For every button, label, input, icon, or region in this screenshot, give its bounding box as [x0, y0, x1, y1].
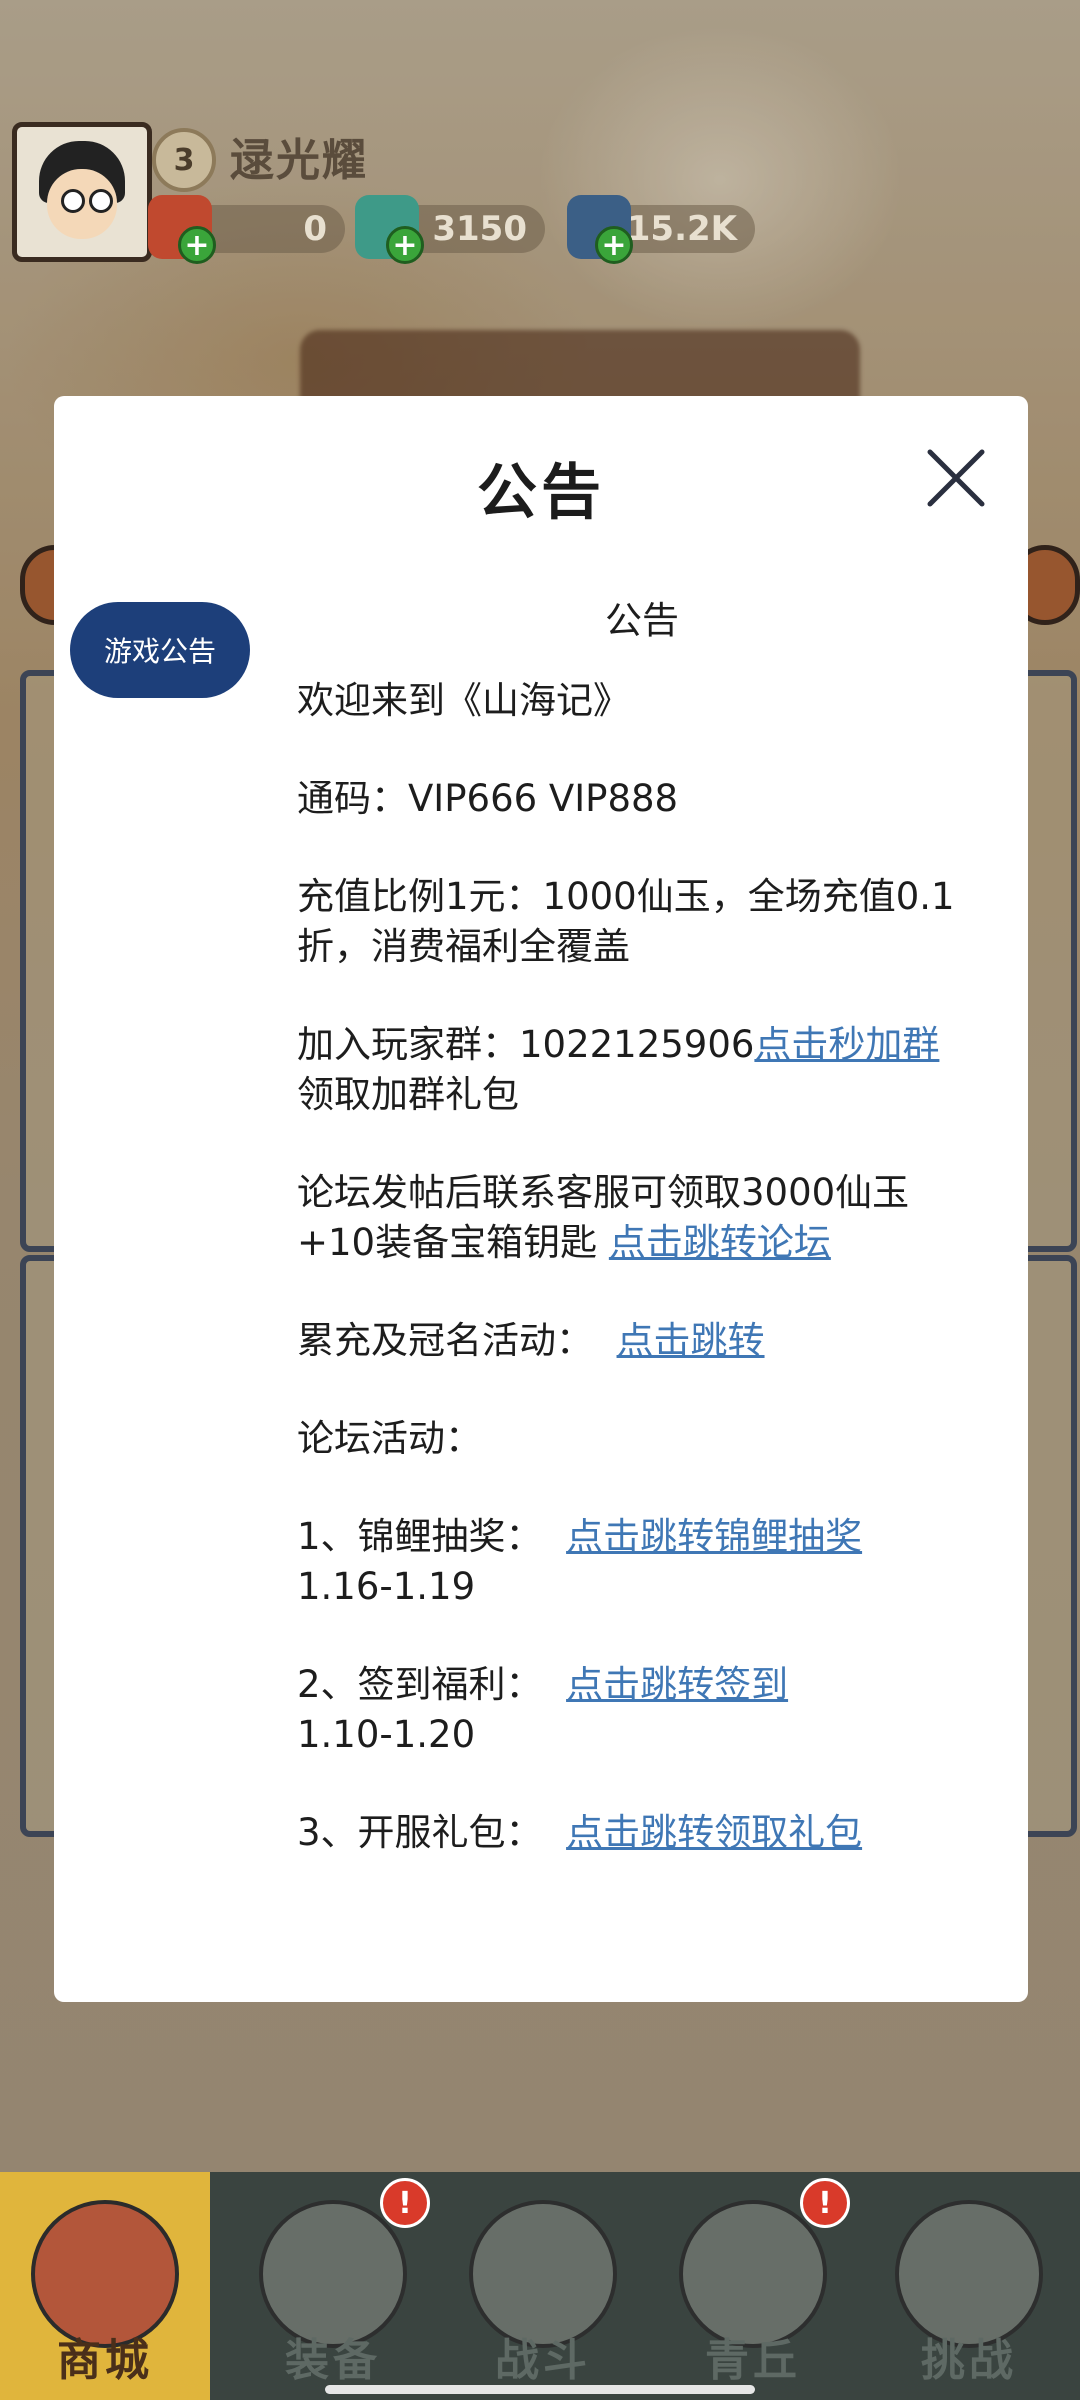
forum-post-paragraph: 论坛发帖后联系客服可领取3000仙玉+10装备宝箱钥匙 点击跳转论坛 [297, 1168, 987, 1268]
nav-item-qingqiu[interactable]: ! 青丘 [648, 2172, 858, 2400]
tab-game-announcement[interactable]: 游戏公告 [70, 602, 250, 698]
redeem-codes-text: 通码：VIP666 VIP888 [297, 777, 679, 820]
nav-item-shop[interactable]: 商城 [0, 2172, 210, 2400]
join-group-link[interactable]: 点击秒加群 [754, 1023, 939, 1066]
activity-2: 2、签到福利： 点击跳转签到 1.10-1.20 [297, 1660, 987, 1760]
group-gift-text: 领取加群礼包 [297, 1073, 519, 1116]
server-gift-link[interactable]: 点击跳转领取礼包 [566, 1811, 862, 1854]
koi-lottery-link[interactable]: 点击跳转锦鲤抽奖 [566, 1515, 862, 1558]
activity-3: 3、开服礼包： 点击跳转领取礼包 [297, 1808, 987, 1858]
announcement-content: 公告 欢迎来到《山海记》 通码：VIP666 VIP888 充值比例1元：100… [297, 596, 987, 1906]
nav-label-qingqiu: 青丘 [705, 2335, 801, 2386]
content-heading: 公告 [605, 599, 679, 642]
nav-label-challenge: 挑战 [921, 2335, 1017, 2386]
player-group-paragraph: 加入玩家群：1022125906点击秒加群 领取加群礼包 [297, 1020, 987, 1120]
equipment-alert-badge: ! [380, 2178, 430, 2228]
activity-1-label: 1、锦鲤抽奖： [297, 1515, 543, 1558]
qingqiu-alert-badge: ! [800, 2178, 850, 2228]
recharge-ratio-text: 充值比例1元：1000仙玉，全场充值0.1折，消费福利全覆盖 [297, 875, 955, 968]
add-red-packet-icon[interactable]: + [178, 226, 216, 264]
player-level-badge: 3 [152, 128, 216, 192]
activity-2-label: 2、签到福利： [297, 1663, 543, 1706]
nav-label-battle: 战斗 [495, 2335, 591, 2386]
close-icon[interactable] [924, 446, 988, 510]
bottom-nav: 商城 ! 装备 战斗 ! 青丘 挑战 [0, 2172, 1080, 2400]
activity-1-date: 1.16-1.19 [297, 1565, 476, 1608]
cumulative-link[interactable]: 点击跳转 [617, 1319, 765, 1362]
nav-item-challenge[interactable]: 挑战 [858, 2172, 1080, 2400]
group-number-text: 加入玩家群：1022125906 [297, 1023, 755, 1066]
nav-label-equipment: 装备 [285, 2335, 381, 2386]
cumulative-text: 累充及冠名活动： [297, 1319, 593, 1362]
nav-item-equipment[interactable]: ! 装备 [228, 2172, 438, 2400]
nav-item-battle[interactable]: 战斗 [438, 2172, 648, 2400]
welcome-text: 欢迎来到《山海记》 [297, 679, 630, 722]
activity-3-label: 3、开服礼包： [297, 1811, 543, 1854]
player-avatar[interactable] [12, 122, 152, 262]
sign-in-link[interactable]: 点击跳转签到 [566, 1663, 788, 1706]
announcement-modal: 公告 游戏公告 公告 欢迎来到《山海记》 通码：VIP666 VIP888 充值… [54, 396, 1028, 2002]
cumulative-paragraph: 累充及冠名活动： 点击跳转 [297, 1316, 987, 1366]
activity-2-date: 1.10-1.20 [297, 1713, 476, 1756]
nav-label-shop: 商城 [57, 2335, 153, 2386]
forum-link[interactable]: 点击跳转论坛 [609, 1221, 831, 1264]
modal-title: 公告 [477, 458, 605, 528]
add-jade-icon[interactable]: + [386, 226, 424, 264]
forum-activity-heading: 论坛活动： [297, 1417, 482, 1460]
player-name: 逯光耀 [230, 135, 368, 186]
add-crystal-icon[interactable]: + [595, 226, 633, 264]
home-indicator[interactable] [325, 2385, 755, 2394]
activity-1: 1、锦鲤抽奖： 点击跳转锦鲤抽奖 1.16-1.19 [297, 1512, 987, 1612]
